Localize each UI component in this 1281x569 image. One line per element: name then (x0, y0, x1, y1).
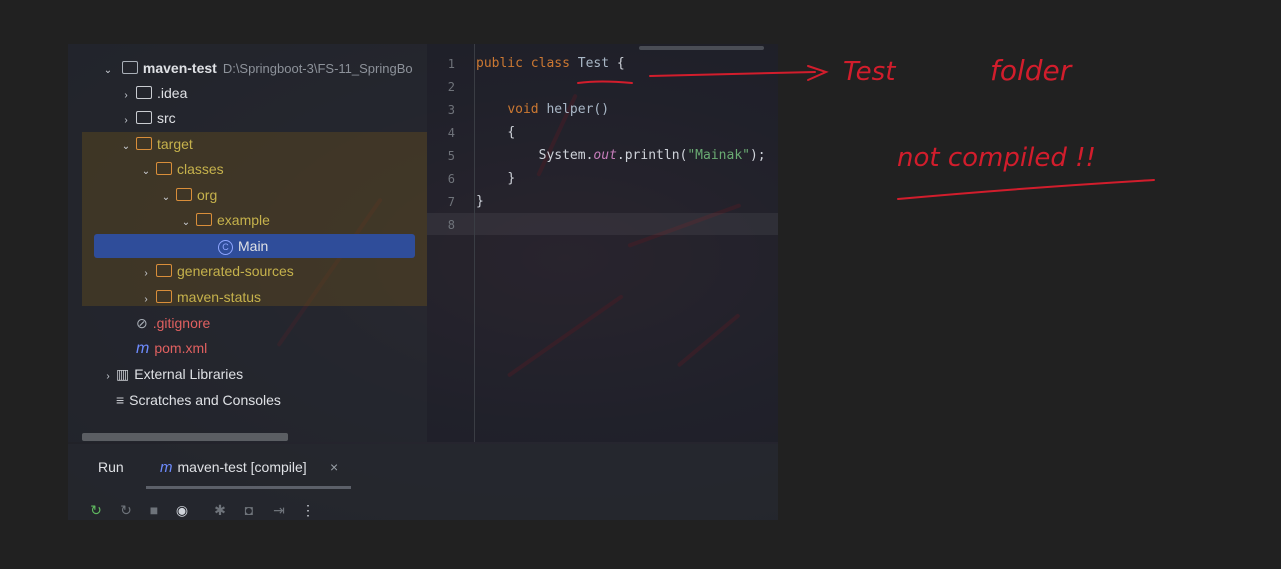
annotation-test-word: Test (843, 57, 896, 87)
underline-stroke (577, 80, 633, 84)
arrow-shaft (649, 71, 816, 77)
annotation-folder-word: folder (990, 54, 1073, 87)
handwritten-annotations: Test folder not compiled !! (577, 54, 1155, 200)
annotation-note: not compiled !! (897, 143, 1096, 173)
note-underline (897, 179, 1155, 200)
